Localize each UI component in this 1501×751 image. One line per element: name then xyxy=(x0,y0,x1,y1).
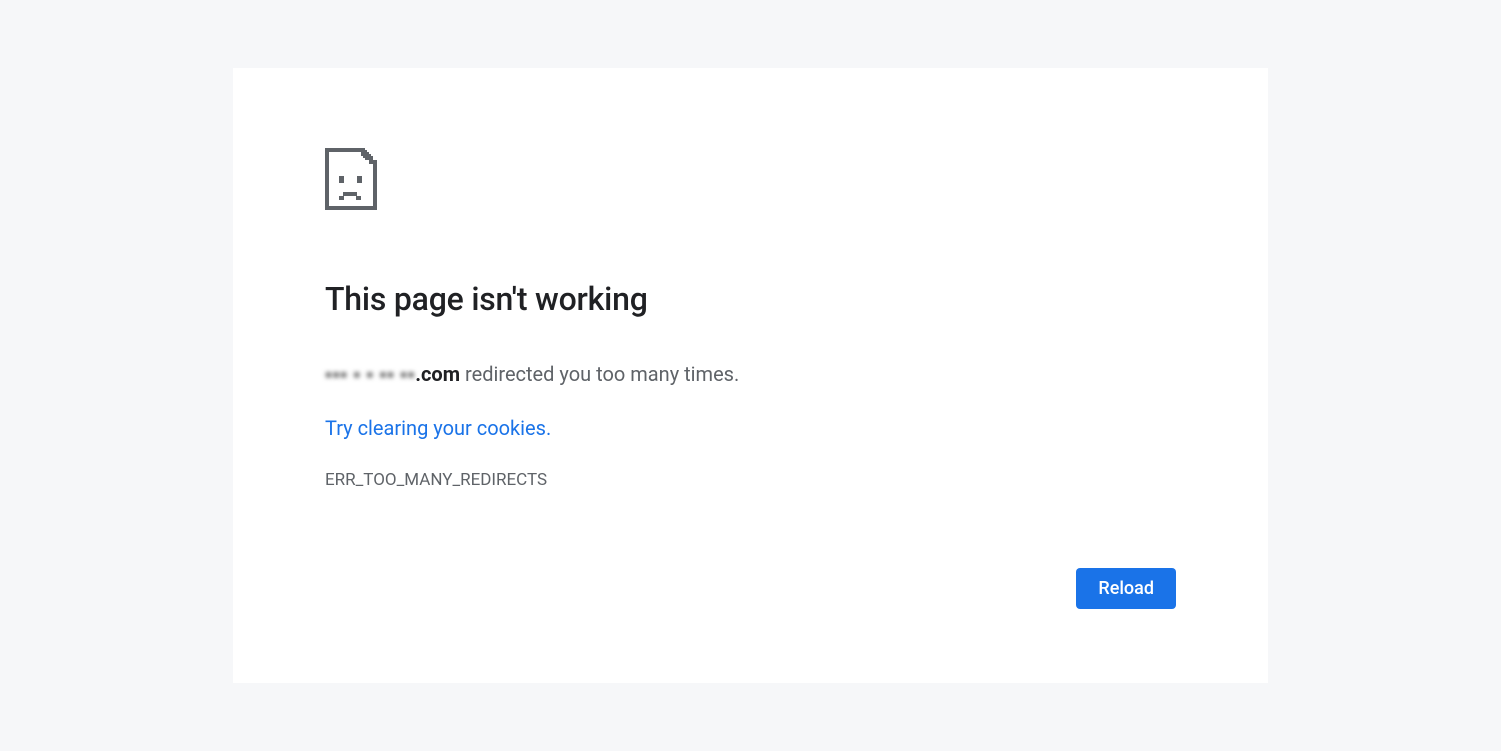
error-code: ERR_TOO_MANY_REDIRECTS xyxy=(325,470,1176,490)
domain-obscured: ▪▪▪ ▪ ▪ ▪▪ ▪▪ xyxy=(325,360,415,388)
message-suffix: redirected you too many times. xyxy=(460,362,739,386)
suggestion-row: Try clearing your cookies. xyxy=(325,416,1176,440)
reload-button[interactable]: Reload xyxy=(1076,568,1176,609)
domain-suffix: .com xyxy=(415,362,460,386)
error-card: This page isn't working ▪▪▪ ▪ ▪ ▪▪ ▪▪.co… xyxy=(233,68,1268,683)
clear-cookies-link[interactable]: Try clearing your cookies xyxy=(325,416,546,440)
suggestion-period: . xyxy=(546,416,551,440)
error-heading: This page isn't working xyxy=(325,280,1176,318)
sad-page-icon xyxy=(325,148,377,210)
error-message: ▪▪▪ ▪ ▪ ▪▪ ▪▪.com redirected you too man… xyxy=(325,360,1176,388)
